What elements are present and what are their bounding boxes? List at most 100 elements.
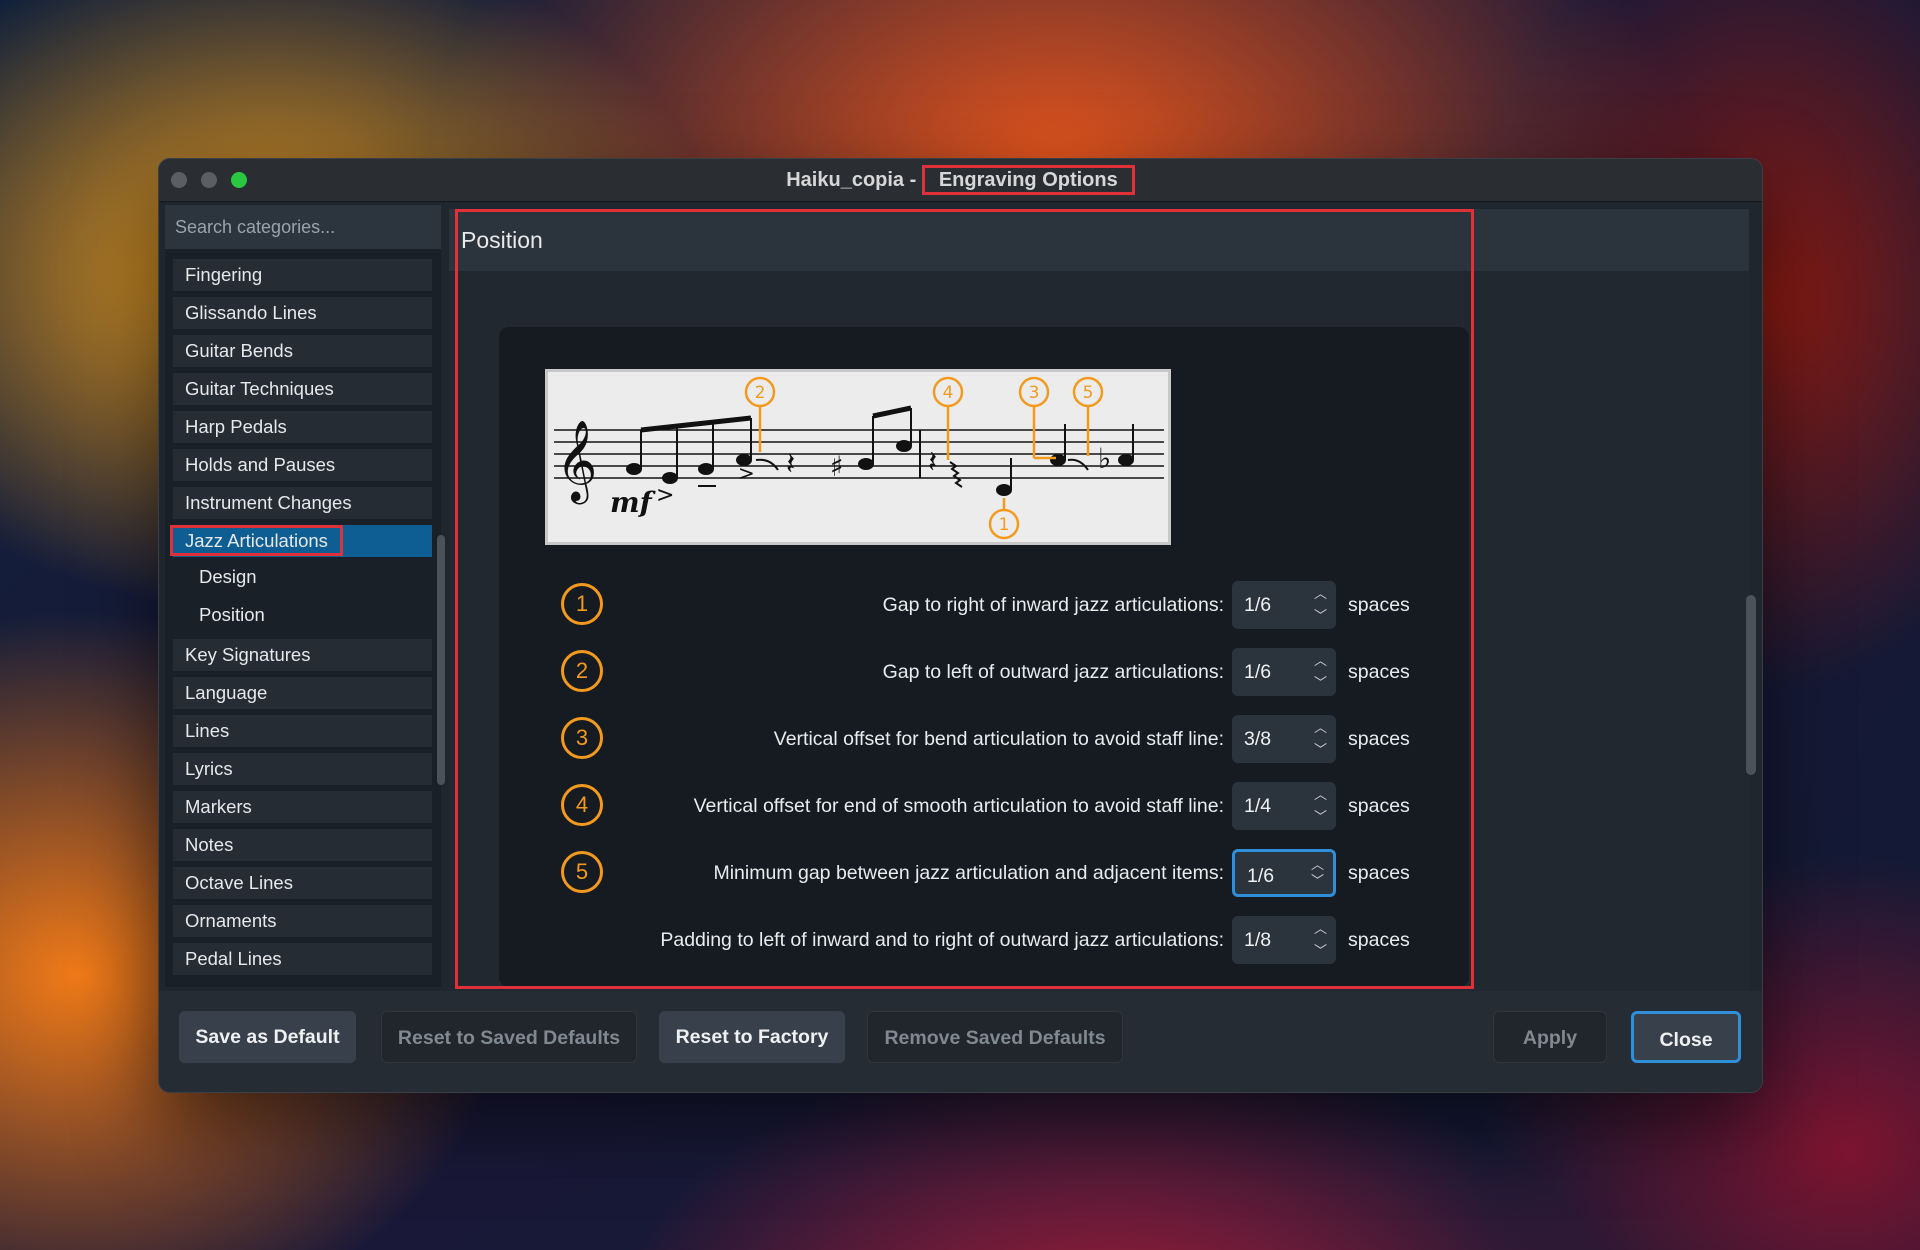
sidebar-item-guitar-techniques[interactable]: Guitar Techniques: [173, 373, 432, 405]
apply-button[interactable]: Apply: [1493, 1011, 1607, 1063]
row-number-badge: 5: [561, 851, 603, 893]
chevron-up-icon[interactable]: ︿: [1314, 654, 1327, 668]
remove-saved-defaults-button[interactable]: Remove Saved Defaults: [867, 1011, 1123, 1063]
window-title-highlight: Engraving Options: [921, 165, 1135, 195]
sidebar-item-label: Language: [185, 682, 268, 703]
stepper-value: 1/4: [1244, 795, 1272, 817]
sidebar-item-label: Guitar Bends: [185, 340, 293, 361]
sidebar-item-label: Guitar Techniques: [185, 378, 334, 399]
padding-stepper[interactable]: 1/8 ︿ ﹀: [1232, 916, 1336, 964]
reset-to-factory-button[interactable]: Reset to Factory: [659, 1011, 845, 1063]
chevron-down-icon[interactable]: ﹀: [1314, 810, 1327, 824]
unit-label: spaces: [1348, 929, 1410, 951]
sidebar-item-holds-and-pauses[interactable]: Holds and Pauses: [173, 449, 432, 481]
chevron-up-icon[interactable]: ︿: [1314, 721, 1327, 735]
sidebar-item-guitar-bends[interactable]: Guitar Bends: [173, 335, 432, 367]
save-as-default-button[interactable]: Save as Default: [179, 1011, 356, 1063]
sidebar-subitem-design[interactable]: Design: [173, 561, 432, 593]
section-header: Position: [449, 209, 1749, 271]
gap-left-outward-label: Gap to left of outward jazz articulation…: [882, 661, 1224, 683]
sidebar-item-label: Harp Pedals: [185, 416, 287, 437]
staff-lines: [554, 429, 1164, 479]
jazz-articulation-score-preview: 𝄞 𝄽 𝄽 ♯ ♭ > > mf 2 4 1 3 5: [545, 369, 1171, 545]
content-scrollbar[interactable]: [1746, 595, 1756, 775]
sidebar-item-label: Instrument Changes: [185, 492, 352, 513]
row-number-badge: 3: [561, 717, 603, 759]
sidebar-item-markers[interactable]: Markers: [173, 791, 432, 823]
dialog-footer: Save as Default Reset to Saved Defaults …: [159, 991, 1762, 1092]
callout-1: 1: [999, 515, 1010, 535]
chevron-down-icon[interactable]: ﹀: [1314, 944, 1327, 958]
callout-5: 5: [1083, 383, 1094, 403]
min-gap-stepper[interactable]: 1/6 ︿ ﹀: [1232, 849, 1336, 897]
stepper-value: 1/6: [1244, 594, 1272, 616]
gap-right-inward-stepper[interactable]: 1/6 ︿ ﹀: [1232, 581, 1336, 629]
smooth-end-offset-stepper[interactable]: 1/4 ︿ ﹀: [1232, 782, 1336, 830]
row-number-badge: 4: [561, 784, 603, 826]
sidebar-item-label: Lyrics: [185, 758, 233, 779]
chevron-down-icon[interactable]: ﹀: [1314, 676, 1327, 690]
sidebar-item-key-signatures[interactable]: Key Signatures: [173, 639, 432, 671]
sidebar-item-label: Glissando Lines: [185, 302, 317, 323]
chevron-down-icon[interactable]: ﹀: [1314, 609, 1327, 623]
sidebar-item-jazz-articulations[interactable]: Jazz Articulations: [170, 525, 432, 557]
row-number-badge: 1: [561, 583, 603, 625]
row-number-badge: 2: [561, 650, 603, 692]
sidebar-item-label: Pedal Lines: [185, 948, 282, 969]
window-title-prefix: Haiku_copia -: [786, 169, 922, 191]
sidebar-item-ornaments[interactable]: Ornaments: [173, 905, 432, 937]
sidebar-item-notes[interactable]: Notes: [173, 829, 432, 861]
sidebar-item-fingering[interactable]: Fingering: [173, 259, 432, 291]
sidebar-item-instrument-changes[interactable]: Instrument Changes: [173, 487, 432, 519]
sidebar-item-label: Notes: [185, 834, 234, 855]
unit-label: spaces: [1348, 728, 1410, 750]
min-gap-label: Minimum gap between jazz articulation an…: [713, 862, 1224, 884]
chevron-down-icon[interactable]: ﹀: [1311, 874, 1324, 888]
search-categories-input[interactable]: Search categories...: [165, 205, 441, 249]
chevron-up-icon[interactable]: ︿: [1314, 922, 1327, 936]
callout-3: 3: [1029, 383, 1040, 403]
sidebar-item-label: Design: [199, 566, 257, 587]
sidebar-item-label: Key Signatures: [185, 644, 311, 665]
stepper-value: 1/6: [1244, 661, 1272, 683]
notes: [626, 440, 1134, 496]
close-button[interactable]: Close: [1631, 1011, 1741, 1063]
sidebar-item-label: Ornaments: [185, 910, 277, 931]
sidebar-subitem-position[interactable]: Position: [173, 599, 432, 631]
stepper-value: 3/8: [1244, 728, 1272, 750]
sidebar-item-language[interactable]: Language: [173, 677, 432, 709]
sidebar-item-lyrics[interactable]: Lyrics: [173, 753, 432, 785]
chevron-down-icon[interactable]: ﹀: [1314, 743, 1327, 757]
section-title: Position: [461, 227, 543, 253]
sidebar-item-harp-pedals[interactable]: Harp Pedals: [173, 411, 432, 443]
sidebar-item-label: Position: [199, 604, 265, 625]
stepper-value: 1/6: [1247, 865, 1275, 887]
gap-right-inward-label: Gap to right of inward jazz articulation…: [882, 594, 1224, 616]
sidebar-item-pedal-lines[interactable]: Pedal Lines: [173, 943, 432, 975]
engraving-options-window: Haiku_copia - Engraving Options Search c…: [158, 158, 1763, 1093]
options-content: Position 𝄞 𝄽 𝄽 ♯ ♭ > > mf 2 4 1 3 5 1 Ga…: [449, 209, 1749, 991]
category-sidebar: Search categories... Fingering Glissando…: [165, 205, 445, 987]
sidebar-scrollbar[interactable]: [437, 535, 445, 785]
dynamic-marking: mf: [610, 486, 657, 519]
window-title: Haiku_copia - Engraving Options: [159, 159, 1762, 201]
sidebar-item-octave-lines[interactable]: Octave Lines: [173, 867, 432, 899]
bend-offset-stepper[interactable]: 3/8 ︿ ﹀: [1232, 715, 1336, 763]
sharp-icon: ♯: [830, 450, 844, 483]
gap-left-outward-stepper[interactable]: 1/6 ︿ ﹀: [1232, 648, 1336, 696]
unit-label: spaces: [1348, 795, 1410, 817]
stepper-value: 1/8: [1244, 929, 1272, 951]
chevron-up-icon[interactable]: ︿: [1314, 587, 1327, 601]
sidebar-item-lines[interactable]: Lines: [173, 715, 432, 747]
chevron-up-icon[interactable]: ︿: [1314, 788, 1327, 802]
quarter-rest-icon: 𝄽: [786, 447, 795, 482]
chevron-up-icon[interactable]: ︿: [1311, 858, 1324, 872]
callout-leaders: [758, 402, 1090, 510]
reset-to-saved-defaults-button[interactable]: Reset to Saved Defaults: [381, 1011, 637, 1063]
sidebar-item-glissando-lines[interactable]: Glissando Lines: [173, 297, 432, 329]
callout-4: 4: [943, 383, 954, 403]
quarter-rest-icon: 𝄽: [928, 445, 937, 480]
accent-icon: >: [738, 461, 755, 485]
sidebar-item-label: Fingering: [185, 264, 263, 285]
callout-2: 2: [755, 383, 766, 403]
